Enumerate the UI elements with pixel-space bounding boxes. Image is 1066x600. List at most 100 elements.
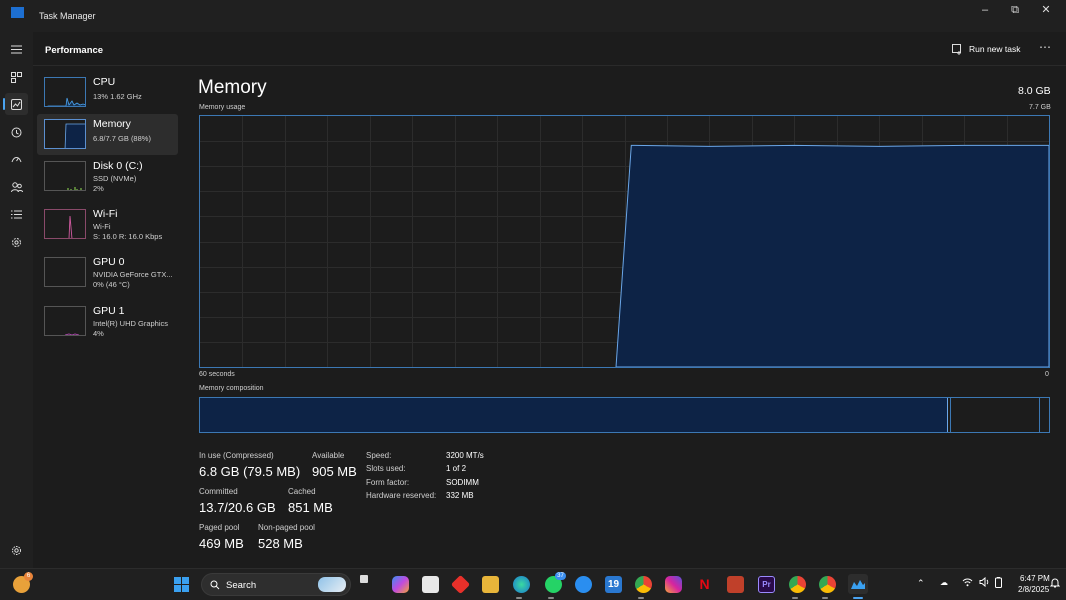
device-stat: 4% <box>93 329 104 338</box>
device-card-gpu0[interactable]: GPU 0 NVIDIA GeForce GTX... 0% (46 °C) <box>37 252 178 293</box>
device-stat: NVIDIA GeForce GTX... <box>93 270 173 279</box>
battery-icon[interactable] <box>995 577 1002 590</box>
settings-gear-icon[interactable] <box>5 539 28 561</box>
device-stat: Intel(R) UHD Graphics <box>93 319 169 328</box>
copilot-icon[interactable] <box>392 576 409 593</box>
available-label: Available <box>312 451 345 460</box>
speed-label: Speed: <box>366 451 392 460</box>
device-stat: 0% (46 °C) <box>93 280 130 289</box>
device-card-memory[interactable]: Memory 6.8/7.7 GB (88%) <box>37 114 178 155</box>
performance-nav-icon[interactable] <box>3 93 28 115</box>
windows-start-icon[interactable] <box>173 576 190 593</box>
running-indicator <box>638 597 644 599</box>
cached-value: 851 MB <box>288 500 333 515</box>
search-icon <box>210 580 220 590</box>
form-factor-label: Form factor: <box>366 478 410 487</box>
memory-composition-label: Memory composition <box>199 385 264 392</box>
speed-value: 3200 MT/s <box>446 451 484 460</box>
game-app-icon[interactable] <box>727 576 744 593</box>
weather-badge: 6 <box>24 572 33 581</box>
hardware-reserved-value: 332 MB <box>446 491 474 500</box>
wifi-icon[interactable] <box>962 577 973 589</box>
available-value: 905 MB <box>312 464 357 479</box>
clock-time[interactable]: 6:47 PM <box>1020 574 1050 583</box>
device-name: GPU 0 <box>93 256 125 268</box>
memory-title: Memory <box>198 77 267 98</box>
task-manager-taskbar-icon[interactable] <box>848 574 868 594</box>
taskbar-search-box[interactable]: Search <box>201 573 351 596</box>
calendar-app-icon[interactable]: 19 <box>605 576 622 593</box>
hamburger-menu-icon[interactable] <box>5 38 28 60</box>
search-highlight-image <box>318 577 346 592</box>
page-title: Performance <box>45 45 104 56</box>
hardware-reserved-label: Hardware reserved: <box>366 491 437 500</box>
details-nav-icon[interactable] <box>5 203 28 225</box>
task-view-icon[interactable] <box>360 575 368 583</box>
composition-standby <box>952 398 1040 432</box>
premiere-pro-icon[interactable]: Pr <box>758 576 775 593</box>
device-name: Memory <box>93 118 131 130</box>
nonpaged-pool-label: Non-paged pool <box>258 523 315 532</box>
page-header: Performance Run new task ⋯ <box>33 32 1066 66</box>
disk-thumbnail-graph <box>44 161 86 191</box>
cpu-thumbnail-graph <box>44 77 86 107</box>
anydesk-icon[interactable] <box>450 574 471 595</box>
clock-date[interactable]: 2/8/2025 <box>1018 585 1049 594</box>
nonpaged-pool-value: 528 MB <box>258 536 303 551</box>
device-card-cpu[interactable]: CPU 13% 1.62 GHz <box>37 72 178 113</box>
chrome-icon[interactable] <box>635 576 652 593</box>
paged-pool-label: Paged pool <box>199 523 240 532</box>
running-indicator <box>792 597 798 599</box>
whatsapp-badge: 37 <box>555 572 566 580</box>
close-button[interactable]: ✕ <box>1028 0 1064 22</box>
notification-bell-icon[interactable] <box>1049 577 1061 590</box>
users-nav-icon[interactable] <box>5 176 28 198</box>
running-indicator-active <box>853 597 863 599</box>
device-stat: 6.8/7.7 GB (88%) <box>93 134 151 143</box>
composition-modified <box>948 398 951 432</box>
netflix-icon[interactable]: N <box>696 576 713 593</box>
taskbar: 6 Search 37 19 N Pr ⌃ ☁ 6:47 PM 2/8/2025 <box>0 568 1066 600</box>
memory-usage-label: Memory usage <box>199 104 246 111</box>
chrome-profile-2-icon[interactable] <box>819 576 836 593</box>
startup-apps-nav-icon[interactable] <box>5 148 28 170</box>
cloud-icon[interactable]: ☁ <box>940 578 948 587</box>
chrome-profile-icon[interactable] <box>789 576 806 593</box>
committed-label: Committed <box>199 487 238 496</box>
device-stat: S: 16.0 R: 16.0 Kbps <box>93 232 163 241</box>
file-explorer-icon[interactable] <box>482 576 499 593</box>
services-nav-icon[interactable] <box>5 231 28 253</box>
device-name: Wi-Fi <box>93 208 118 220</box>
processes-nav-icon[interactable] <box>5 66 28 88</box>
device-card-gpu1[interactable]: GPU 1 Intel(R) UHD Graphics 4% <box>37 301 178 342</box>
memory-usage-graph-svg <box>200 116 1050 368</box>
memory-usage-max: 7.7 GB <box>1029 104 1051 111</box>
instagram-icon[interactable] <box>665 576 682 593</box>
in-use-label: In use (Compressed) <box>199 451 274 460</box>
run-new-task-button[interactable]: Run new task <box>952 41 1021 57</box>
memory-thumbnail-graph <box>44 119 86 149</box>
slots-used-value: 1 of 2 <box>446 464 467 473</box>
window-title: Task Manager <box>39 11 96 21</box>
edge-browser-icon[interactable] <box>513 576 530 593</box>
device-card-wifi[interactable]: Wi-Fi Wi-Fi S: 16.0 R: 16.0 Kbps <box>37 204 178 245</box>
running-indicator <box>548 597 554 599</box>
helper-app-icon[interactable] <box>575 576 592 593</box>
device-card-disk[interactable]: Disk 0 (C:) SSD (NVMe) 2% <box>37 156 178 197</box>
gpu1-thumbnail-graph <box>44 306 86 336</box>
more-options-icon[interactable]: ⋯ <box>1039 40 1052 54</box>
microsoft-store-icon[interactable] <box>422 576 439 593</box>
app-history-nav-icon[interactable] <box>5 121 28 143</box>
title-bar: Task Manager – ⧉ ✕ <box>0 0 1066 32</box>
volume-icon[interactable] <box>979 576 990 589</box>
time-axis-right: 0 <box>1045 371 1049 378</box>
form-factor-value: SODIMM <box>446 478 479 487</box>
show-hidden-icons-chevron-icon[interactable]: ⌃ <box>917 578 925 589</box>
composition-in-use <box>200 398 948 432</box>
running-indicator <box>516 597 522 599</box>
main-area: Performance Run new task ⋯ CPU 13% 1.62 … <box>33 32 1066 568</box>
device-stat: Wi-Fi <box>93 222 111 231</box>
task-manager-app-icon <box>11 7 24 18</box>
paged-pool-value: 469 MB <box>199 536 244 551</box>
memory-composition-bar <box>199 397 1050 433</box>
